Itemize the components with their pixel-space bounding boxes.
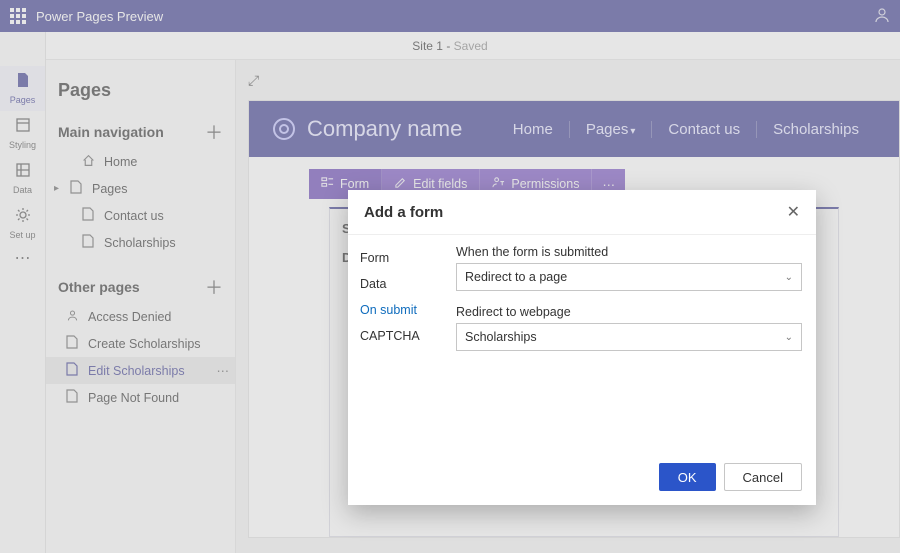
- ok-button[interactable]: OK: [659, 463, 716, 491]
- redirect-webpage-label: Redirect to webpage: [456, 305, 802, 319]
- button-label: Cancel: [743, 470, 783, 485]
- cancel-button[interactable]: Cancel: [724, 463, 802, 491]
- modal-header: Add a form ✕: [348, 190, 816, 235]
- chevron-down-icon: ⌄: [785, 272, 793, 283]
- redirect-webpage-select[interactable]: Scholarships ⌄: [456, 323, 802, 351]
- modal-tab-list: Form Data On submit CAPTCHA: [348, 235, 456, 453]
- tab-data[interactable]: Data: [360, 271, 456, 297]
- select-value: Scholarships: [465, 330, 537, 344]
- modal-title: Add a form: [364, 204, 443, 221]
- chevron-down-icon: ⌄: [785, 332, 793, 343]
- submit-action-select[interactable]: Redirect to a page ⌄: [456, 263, 802, 291]
- button-label: OK: [678, 470, 697, 485]
- modal-form-panel: When the form is submitted Redirect to a…: [456, 235, 816, 453]
- tab-form[interactable]: Form: [360, 245, 456, 271]
- tab-on-submit[interactable]: On submit: [360, 297, 456, 323]
- add-form-modal: Add a form ✕ Form Data On submit CAPTCHA…: [348, 190, 816, 505]
- submit-action-label: When the form is submitted: [456, 245, 802, 259]
- close-icon[interactable]: ✕: [787, 202, 800, 222]
- tab-captcha[interactable]: CAPTCHA: [360, 323, 456, 349]
- modal-footer: OK Cancel: [348, 453, 816, 505]
- select-value: Redirect to a page: [465, 270, 567, 284]
